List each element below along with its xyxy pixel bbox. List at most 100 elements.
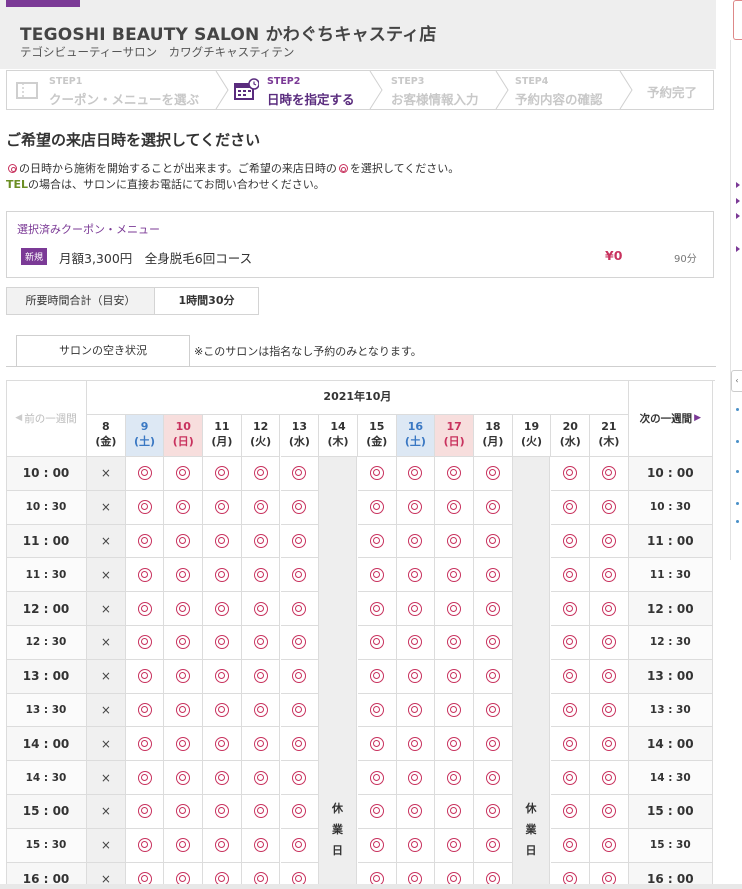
slot-available[interactable] xyxy=(435,828,474,863)
slot-available[interactable] xyxy=(474,490,513,525)
slot-available[interactable] xyxy=(551,524,591,559)
slot-available[interactable] xyxy=(396,558,436,593)
slot-available[interactable] xyxy=(241,490,281,525)
slot-available[interactable] xyxy=(474,761,513,795)
slot-available[interactable] xyxy=(474,626,513,660)
slot-available[interactable] xyxy=(280,761,320,795)
slot-available[interactable] xyxy=(551,490,591,525)
slot-available[interactable] xyxy=(590,727,629,762)
slot-available[interactable] xyxy=(280,828,320,863)
slot-available[interactable] xyxy=(435,592,474,626)
slot-available[interactable] xyxy=(435,693,474,728)
slot-available[interactable] xyxy=(125,558,165,593)
slot-available[interactable] xyxy=(551,761,591,795)
prev-week-button[interactable]: ◀ 前の一週間 xyxy=(6,380,87,457)
slot-available[interactable] xyxy=(474,558,513,593)
slot-available[interactable] xyxy=(474,659,513,694)
slot-available[interactable] xyxy=(590,457,629,491)
slot-available[interactable] xyxy=(280,795,320,829)
slot-available[interactable] xyxy=(125,828,165,863)
slot-available[interactable] xyxy=(551,592,591,626)
next-week-button[interactable]: 次の一週間 ▶ xyxy=(628,380,713,457)
slot-available[interactable] xyxy=(241,592,281,626)
slot-available[interactable] xyxy=(203,795,242,829)
slot-available[interactable] xyxy=(125,490,165,525)
slot-available[interactable] xyxy=(551,457,591,491)
slot-available[interactable] xyxy=(125,761,165,795)
slot-available[interactable] xyxy=(435,524,474,559)
slot-available[interactable] xyxy=(203,828,242,863)
slot-available[interactable] xyxy=(357,659,397,694)
slot-available[interactable] xyxy=(241,828,281,863)
slot-available[interactable] xyxy=(164,592,204,626)
slot-available[interactable] xyxy=(125,524,165,559)
slot-available[interactable] xyxy=(474,524,513,559)
slot-available[interactable] xyxy=(203,693,242,728)
slot-available[interactable] xyxy=(357,592,397,626)
slot-available[interactable] xyxy=(203,524,242,559)
slot-available[interactable] xyxy=(164,626,204,660)
slot-available[interactable] xyxy=(357,457,397,491)
slot-available[interactable] xyxy=(435,795,474,829)
slot-available[interactable] xyxy=(590,524,629,559)
slot-available[interactable] xyxy=(164,490,204,525)
chevron-left-icon[interactable]: ‹ xyxy=(731,370,742,392)
side-panel-tab[interactable] xyxy=(733,0,742,40)
slot-available[interactable] xyxy=(551,659,591,694)
slot-available[interactable] xyxy=(551,727,591,762)
slot-available[interactable] xyxy=(203,457,242,491)
slot-available[interactable] xyxy=(357,558,397,593)
slot-available[interactable] xyxy=(164,828,204,863)
slot-available[interactable] xyxy=(241,457,281,491)
slot-available[interactable] xyxy=(241,727,281,762)
slot-available[interactable] xyxy=(590,592,629,626)
slot-available[interactable] xyxy=(435,490,474,525)
slot-available[interactable] xyxy=(357,828,397,863)
slot-available[interactable] xyxy=(551,626,591,660)
slot-available[interactable] xyxy=(164,659,204,694)
slot-available[interactable] xyxy=(203,592,242,626)
slot-available[interactable] xyxy=(435,457,474,491)
slot-available[interactable] xyxy=(241,693,281,728)
slot-available[interactable] xyxy=(203,761,242,795)
slot-available[interactable] xyxy=(590,761,629,795)
slot-available[interactable] xyxy=(164,693,204,728)
slot-available[interactable] xyxy=(164,761,204,795)
slot-available[interactable] xyxy=(396,457,436,491)
slot-available[interactable] xyxy=(125,727,165,762)
slot-available[interactable] xyxy=(357,761,397,795)
slot-available[interactable] xyxy=(396,626,436,660)
horizontal-scrollbar[interactable] xyxy=(0,884,742,889)
slot-available[interactable] xyxy=(203,490,242,525)
slot-available[interactable] xyxy=(435,626,474,660)
slot-available[interactable] xyxy=(590,828,629,863)
slot-available[interactable] xyxy=(474,457,513,491)
slot-available[interactable] xyxy=(357,524,397,559)
slot-available[interactable] xyxy=(396,761,436,795)
slot-available[interactable] xyxy=(590,490,629,525)
slot-available[interactable] xyxy=(280,592,320,626)
slot-available[interactable] xyxy=(551,828,591,863)
slot-available[interactable] xyxy=(164,558,204,593)
slot-available[interactable] xyxy=(357,693,397,728)
slot-available[interactable] xyxy=(590,659,629,694)
slot-available[interactable] xyxy=(164,457,204,491)
slot-available[interactable] xyxy=(280,524,320,559)
slot-available[interactable] xyxy=(125,457,165,491)
slot-available[interactable] xyxy=(590,693,629,728)
tab-availability[interactable]: サロンの空き状況 xyxy=(16,335,190,367)
slot-available[interactable] xyxy=(280,693,320,728)
slot-available[interactable] xyxy=(241,558,281,593)
slot-available[interactable] xyxy=(396,727,436,762)
slot-available[interactable] xyxy=(125,626,165,660)
slot-available[interactable] xyxy=(551,693,591,728)
slot-available[interactable] xyxy=(357,727,397,762)
slot-available[interactable] xyxy=(474,727,513,762)
slot-available[interactable] xyxy=(357,795,397,829)
slot-available[interactable] xyxy=(164,727,204,762)
slot-available[interactable] xyxy=(396,795,436,829)
slot-available[interactable] xyxy=(435,558,474,593)
slot-available[interactable] xyxy=(125,592,165,626)
slot-available[interactable] xyxy=(396,659,436,694)
slot-available[interactable] xyxy=(203,558,242,593)
